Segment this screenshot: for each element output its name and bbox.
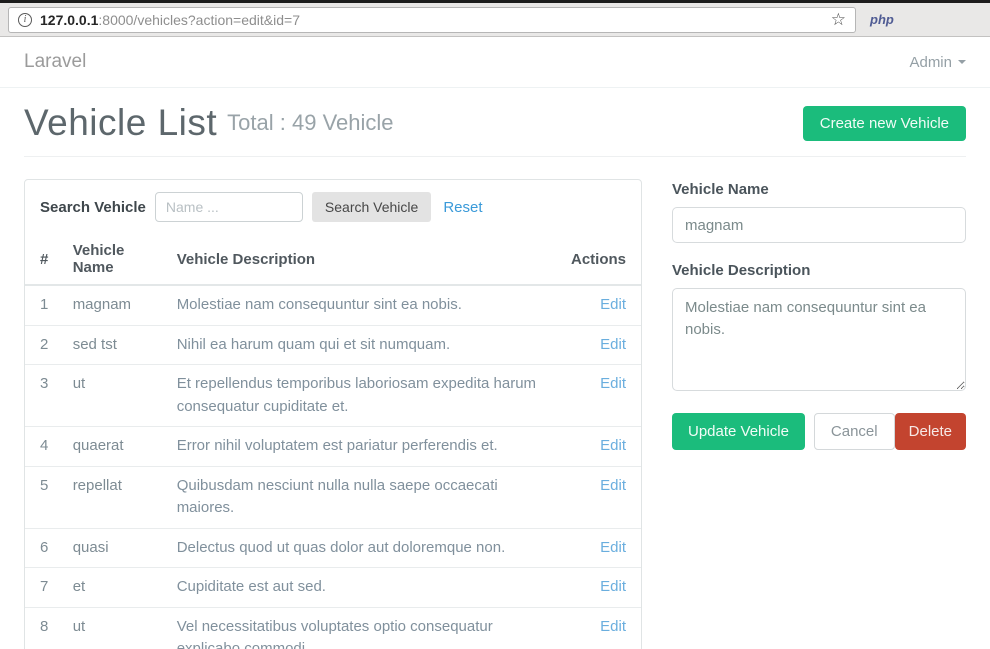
edit-link[interactable]: Edit: [600, 578, 626, 595]
page-content: Vehicle List Total : 49 Vehicle Create n…: [0, 88, 990, 649]
edit-link[interactable]: Edit: [600, 375, 626, 392]
edit-link[interactable]: Edit: [600, 539, 626, 556]
vehicle-table: # Vehicle Name Vehicle Description Actio…: [25, 234, 641, 649]
col-header-name: Vehicle Name: [65, 234, 169, 285]
page-title: Vehicle List: [24, 102, 217, 144]
admin-dropdown[interactable]: Admin: [909, 54, 966, 71]
table-row: 7 et Cupiditate est aut sed. Edit: [25, 568, 641, 608]
search-input[interactable]: [155, 192, 303, 222]
url-path: :8000/vehicles?action=edit&id=7: [98, 12, 300, 28]
table-row: 4 quaerat Error nihil voluptatem est par…: [25, 427, 641, 467]
table-header-row: # Vehicle Name Vehicle Description Actio…: [25, 234, 641, 285]
brand-laravel[interactable]: Laravel: [24, 51, 86, 73]
update-vehicle-button[interactable]: Update Vehicle: [672, 413, 805, 450]
col-header-actions: Actions: [563, 234, 641, 285]
edit-link[interactable]: Edit: [600, 618, 626, 635]
table-row: 1 magnam Molestiae nam consequuntur sint…: [25, 285, 641, 325]
admin-dropdown-label: Admin: [909, 54, 952, 71]
vehicle-name-label: Vehicle Name: [672, 181, 966, 198]
edit-link[interactable]: Edit: [600, 437, 626, 454]
edit-link[interactable]: Edit: [600, 477, 626, 494]
bookmark-star-icon[interactable]: ☆: [831, 11, 846, 28]
table-row: 8 ut Vel necessitatibus voluptates optio…: [25, 607, 641, 649]
form-actions: Update Vehicle Cancel Delete: [672, 413, 966, 450]
edit-vehicle-form: Vehicle Name Vehicle Description Molesti…: [672, 179, 966, 450]
edit-link[interactable]: Edit: [600, 296, 626, 313]
vehicle-list-card: Search Vehicle Search Vehicle Reset # Ve…: [24, 179, 642, 649]
url-host: 127.0.0.1: [40, 12, 98, 28]
vehicle-description-textarea[interactable]: Molestiae nam consequuntur sint ea nobis…: [672, 288, 966, 391]
create-new-vehicle-button[interactable]: Create new Vehicle: [803, 106, 966, 141]
browser-toolbar: i 127.0.0.1:8000/vehicles?action=edit&id…: [0, 0, 990, 37]
col-header-num: #: [25, 234, 65, 285]
total-count-label: Total : 49 Vehicle: [227, 110, 393, 136]
search-bar: Search Vehicle Search Vehicle Reset: [25, 180, 641, 234]
edit-link[interactable]: Edit: [600, 336, 626, 353]
table-row: 3 ut Et repellendus temporibus laboriosa…: [25, 365, 641, 427]
cancel-button[interactable]: Cancel: [814, 413, 895, 450]
chevron-down-icon: [958, 60, 966, 64]
address-bar[interactable]: i 127.0.0.1:8000/vehicles?action=edit&id…: [8, 7, 856, 33]
search-button[interactable]: Search Vehicle: [312, 192, 431, 222]
php-extension-icon[interactable]: php: [870, 12, 894, 27]
url-text: 127.0.0.1:8000/vehicles?action=edit&id=7: [40, 12, 300, 28]
reset-link[interactable]: Reset: [443, 199, 482, 216]
table-row: 6 quasi Delectus quod ut quas dolor aut …: [25, 528, 641, 568]
vehicle-name-input[interactable]: [672, 207, 966, 243]
search-label: Search Vehicle: [40, 199, 146, 216]
col-header-description: Vehicle Description: [169, 234, 563, 285]
vehicle-description-label: Vehicle Description: [672, 262, 966, 279]
page-header: Vehicle List Total : 49 Vehicle Create n…: [24, 88, 966, 157]
table-row: 2 sed tst Nihil ea harum quam qui et sit…: [25, 325, 641, 365]
table-row: 5 repellat Quibusdam nesciunt nulla null…: [25, 466, 641, 528]
site-info-icon[interactable]: i: [18, 13, 32, 27]
delete-button[interactable]: Delete: [895, 413, 966, 450]
app-navbar: Laravel Admin: [0, 37, 990, 88]
